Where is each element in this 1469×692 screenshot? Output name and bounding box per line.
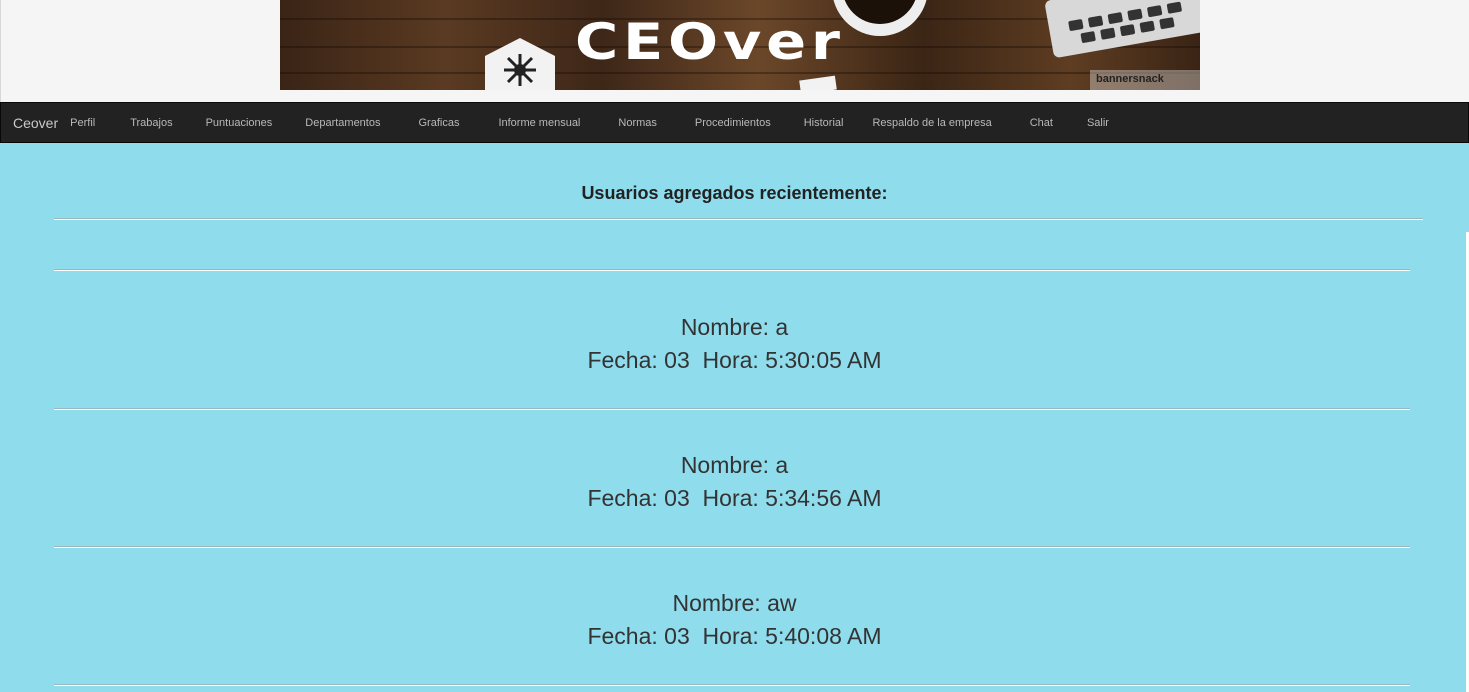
navbar: Ceover Perfil Trabajos Puntuaciones Depa… (0, 102, 1469, 143)
user-entry: Nombre: a Fecha: 03 Hora: 5:34:56 AM (0, 449, 1469, 515)
keyboard-icon (1044, 0, 1200, 59)
nav-item-perfil[interactable]: Perfil (70, 117, 113, 129)
banner-logo-text: CEOver (575, 13, 845, 71)
divider (54, 218, 1423, 220)
user-entry: Nombre: a Fecha: 03 Hora: 5:30:05 AM (0, 311, 1469, 377)
nav-item-trabajos[interactable]: Trabajos (113, 117, 188, 129)
divider (54, 269, 1410, 271)
nav-item-normas[interactable]: Normas (600, 117, 677, 129)
page-heading: Usuarios agregados recientemente: (581, 183, 888, 203)
navbar-brand[interactable]: Ceover (13, 115, 58, 131)
bannersnack-watermark: bannersnack (1090, 70, 1200, 90)
user-entry: Nombre: aw Fecha: 03 Hora: 5:40:08 AM (0, 587, 1469, 653)
banner-image: CEOver bannersnack (280, 0, 1200, 90)
divider (54, 408, 1410, 410)
nav-item-procedimientos[interactable]: Procedimientos (677, 117, 787, 129)
nav-item-historial[interactable]: Historial (787, 117, 858, 129)
nav-item-graficas[interactable]: Graficas (402, 117, 481, 129)
nav-item-respaldo[interactable]: Respaldo de la empresa (857, 117, 1011, 129)
main-content: Usuarios agregados recientemente: Nombre… (0, 143, 1469, 692)
coffee-cup-icon (832, 0, 928, 36)
user-name: Nombre: a (680, 452, 789, 478)
nav-item-puntuaciones[interactable]: Puntuaciones (189, 117, 289, 129)
nav-item-salir[interactable]: Salir (1073, 117, 1125, 129)
nav-item-informe-mensual[interactable]: Informe mensual (481, 117, 600, 129)
divider (54, 684, 1410, 686)
user-date-time: Fecha: 03 Hora: 5:30:05 AM (587, 347, 882, 373)
divider (54, 546, 1410, 548)
logo-badge-icon (485, 38, 555, 90)
user-date-time: Fecha: 03 Hora: 5:34:56 AM (587, 485, 882, 511)
nav-item-departamentos[interactable]: Departamentos (288, 117, 402, 129)
user-date-time: Fecha: 03 Hora: 5:40:08 AM (587, 623, 882, 649)
user-name: Nombre: aw (672, 590, 797, 616)
user-name: Nombre: a (680, 314, 789, 340)
nav-item-chat[interactable]: Chat (1012, 117, 1073, 129)
